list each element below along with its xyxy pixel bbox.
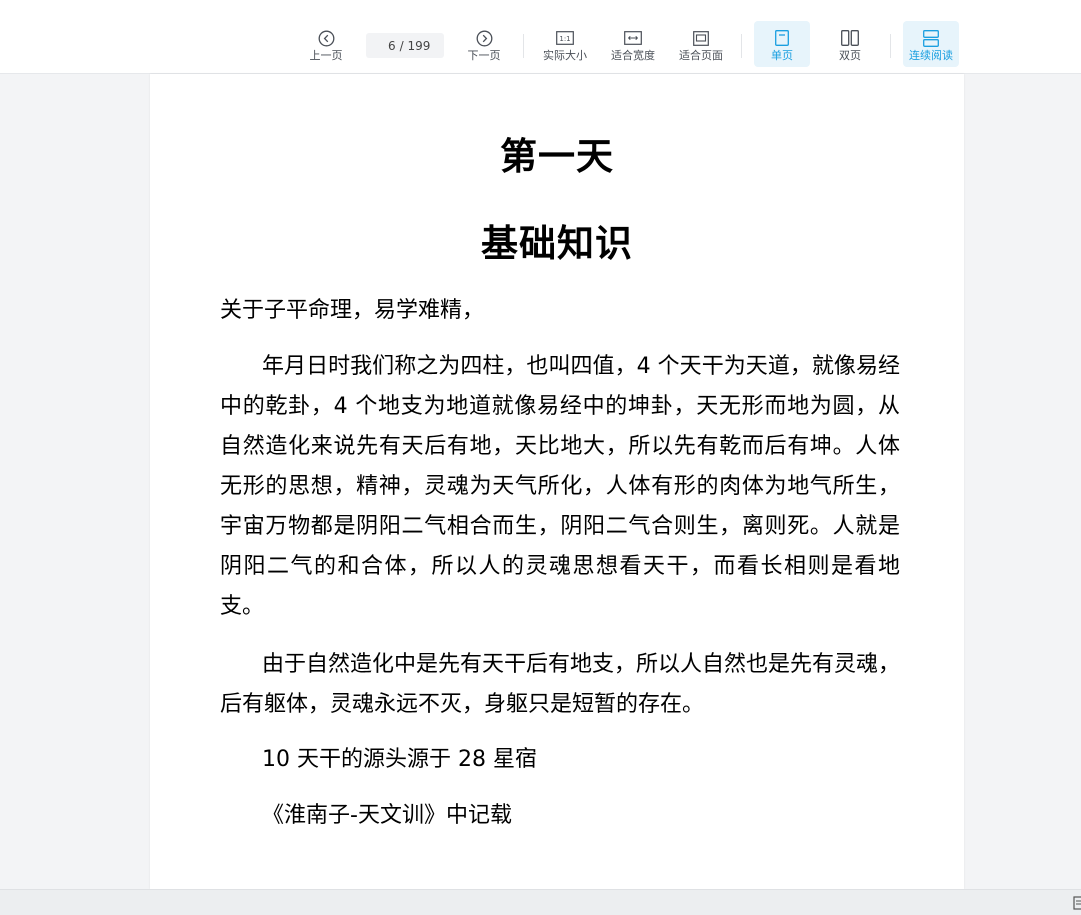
actual-size-glyph: 1:1: [559, 35, 570, 43]
document-icon[interactable]: [1073, 894, 1081, 910]
status-bar: [0, 889, 1081, 915]
fit-page-button[interactable]: 适合页面: [673, 21, 729, 67]
continuous-reading-label: 连续阅读: [909, 49, 953, 62]
section-heading: 基础知识: [481, 222, 633, 265]
paragraph: 年月日时我们称之为四柱，也叫四值，4 个天干为天道，就像易经中的乾卦，4 个地支…: [220, 354, 900, 619]
chevron-left-icon: [317, 29, 335, 47]
toolbar-divider: [523, 34, 524, 58]
fit-width-label: 适合宽度: [611, 49, 655, 62]
reader-toolbar: 上一页 / 199 下一页 1:1 实际大小 适合宽度 适合页面 单页: [0, 0, 1081, 74]
fit-page-icon: [692, 29, 710, 47]
continuous-reading-button[interactable]: 连续阅读: [903, 21, 959, 67]
next-page-button[interactable]: 下一页: [461, 21, 507, 67]
page-indicator: / 199: [366, 33, 444, 58]
single-page-label: 单页: [771, 49, 793, 62]
document-page: 第一天 基础知识 关于子平命理，易学难精， 年月日时我们称之为四柱，也叫四值，4…: [150, 74, 964, 889]
fit-width-button[interactable]: 适合宽度: [605, 21, 661, 67]
toolbar-divider: [890, 34, 891, 58]
page-number-input[interactable]: [379, 38, 396, 53]
prev-page-button[interactable]: 上一页: [303, 21, 349, 67]
paragraph: 《淮南子-天文训》中记载: [262, 803, 512, 828]
actual-size-icon: 1:1: [556, 29, 574, 47]
chevron-right-icon: [475, 29, 493, 47]
total-pages: / 199: [399, 38, 431, 53]
single-page-button[interactable]: 单页: [754, 21, 810, 67]
single-page-icon: [773, 29, 791, 47]
chapter-heading: 第一天: [500, 135, 614, 178]
double-page-icon: [841, 29, 859, 47]
paragraph: 关于子平命理，易学难精，: [220, 298, 485, 323]
paragraph: 由于自然造化中是先有天干后有地支，所以人自然也是先有灵魂，后有躯体，灵魂永远不灭…: [220, 652, 901, 717]
actual-size-label: 实际大小: [543, 49, 587, 62]
paragraph: 10 天干的源头源于 28 星宿: [262, 747, 537, 772]
toolbar-divider: [741, 34, 742, 58]
double-page-label: 双页: [839, 49, 861, 62]
prev-page-label: 上一页: [309, 49, 343, 62]
next-page-label: 下一页: [467, 49, 501, 62]
double-page-button[interactable]: 双页: [822, 21, 878, 67]
continuous-reading-icon: [922, 29, 940, 47]
fit-page-label: 适合页面: [679, 49, 723, 62]
fit-width-icon: [624, 29, 642, 47]
actual-size-button[interactable]: 1:1 实际大小: [537, 21, 593, 67]
